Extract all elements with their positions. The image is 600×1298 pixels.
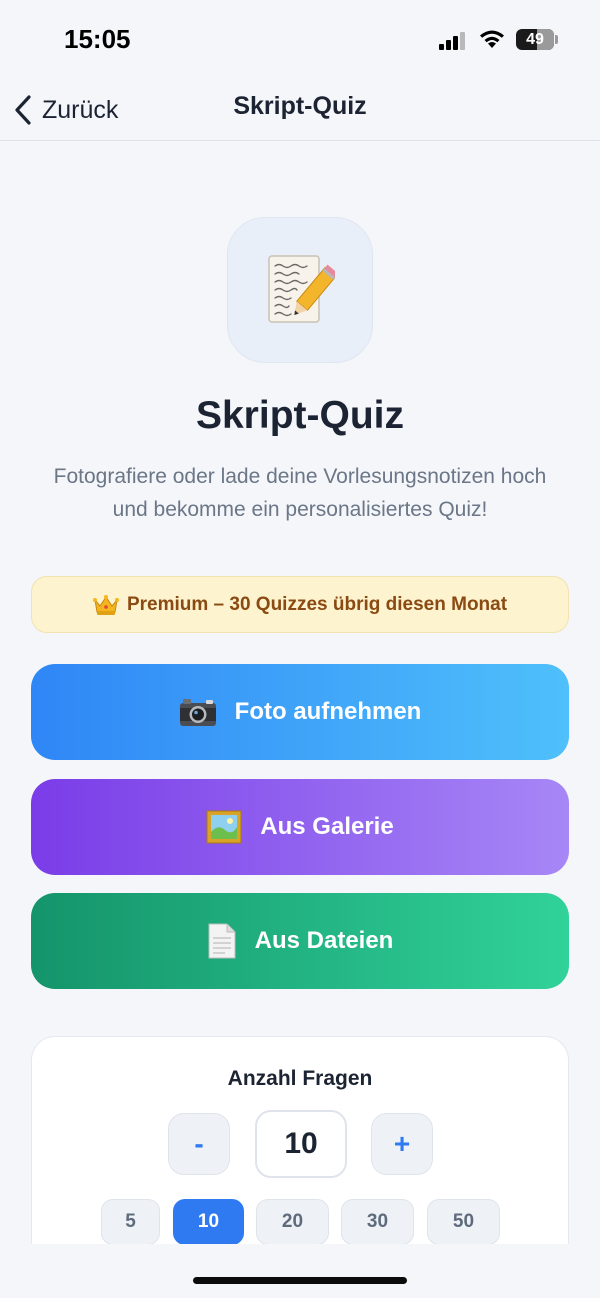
crown-icon: [92, 594, 119, 615]
page-title: Skript-Quiz: [195, 394, 404, 437]
nav-title: Skript-Quiz: [233, 92, 367, 120]
from-files-button[interactable]: Aus Dateien: [31, 893, 569, 989]
preset-20-button[interactable]: 20: [256, 1199, 329, 1245]
bottom-safe-area: [0, 1244, 600, 1298]
battery-level: 49: [526, 31, 544, 48]
from-gallery-label: Aus Galerie: [260, 813, 394, 840]
from-gallery-button[interactable]: Aus Galerie: [31, 779, 569, 875]
question-count-value: 10: [255, 1110, 347, 1178]
hero-icon-box: [227, 217, 373, 363]
wifi-icon: [480, 30, 504, 48]
decrease-button[interactable]: -: [168, 1113, 230, 1175]
preset-50-button[interactable]: 50: [427, 1199, 500, 1245]
take-photo-label: Foto aufnehmen: [234, 698, 422, 725]
document-icon: [208, 923, 236, 959]
home-indicator: [193, 1277, 407, 1284]
camera-icon: [179, 699, 216, 726]
page-subtitle: Fotografiere oder lade deine Vorlesungsn…: [53, 465, 547, 521]
cellular-signal-icon: [439, 32, 465, 50]
memo-pencil-icon: [268, 255, 335, 323]
battery-icon: 49: [516, 29, 554, 50]
preset-10-button[interactable]: 10: [173, 1199, 244, 1245]
framed-picture-icon: [206, 810, 242, 844]
take-photo-button[interactable]: Foto aufnehmen: [31, 664, 569, 760]
premium-text: Premium – 30 Quizzes übrig diesen Monat: [126, 593, 508, 615]
battery-nub: [555, 35, 558, 44]
status-bar: 15:05 49: [0, 0, 600, 80]
increase-button[interactable]: +: [371, 1113, 433, 1175]
status-time: 15:05: [64, 24, 131, 54]
from-files-label: Aus Dateien: [254, 927, 394, 954]
premium-banner: Premium – 30 Quizzes übrig diesen Monat: [31, 576, 569, 633]
question-count-title: Anzahl Fragen: [227, 1067, 373, 1090]
navigation-bar: Zurück Skript-Quiz: [0, 80, 600, 141]
preset-30-button[interactable]: 30: [341, 1199, 414, 1245]
preset-5-button[interactable]: 5: [101, 1199, 160, 1245]
